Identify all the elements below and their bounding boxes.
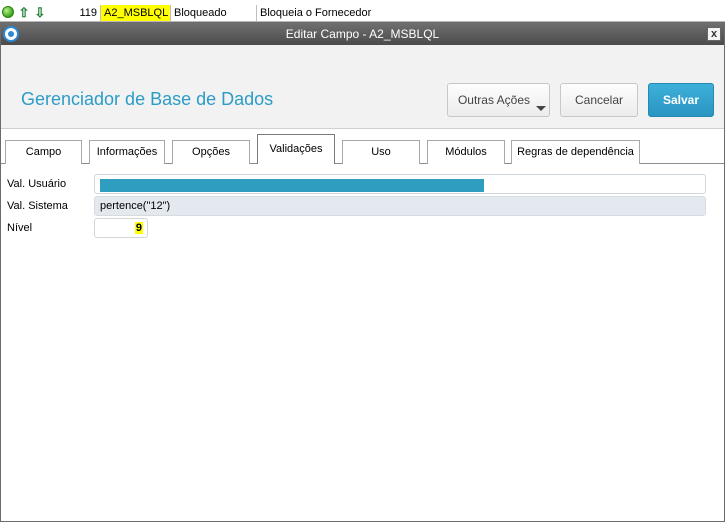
tab-bar: Campo Informações Opções Validações Uso … [1,134,724,164]
tab-label: Uso [371,146,391,158]
tab-validacoes[interactable]: Validações [257,134,335,164]
tab-uso[interactable]: Uso [342,140,420,164]
user-validation-field[interactable] [94,174,706,194]
green-status-icon [2,6,14,18]
level-label: Nível [7,222,33,234]
edit-field-dialog: Editar Campo - A2_MSBLQL x Gerenciador d… [0,22,725,522]
tab-opcoes[interactable]: Opções [172,140,250,164]
system-validation-value: pertence("12") [100,200,171,212]
dialog-title: Editar Campo - A2_MSBLQL [285,27,440,41]
user-validation-label: Val. Usuário [7,178,67,190]
level-field[interactable]: 9 [94,218,148,238]
chevron-down-icon [536,106,546,111]
cancel-button[interactable]: Cancelar [560,83,638,117]
row-number: 119 [50,5,101,21]
field-name-cell: A2_MSBLQL [101,5,171,21]
more-actions-label: Outras Ações [457,93,531,107]
selection-highlight [100,179,484,192]
tab-informacoes[interactable]: Informações [89,140,165,164]
tab-label: Informações [96,146,158,158]
tab-label: Campo [25,146,62,158]
save-button[interactable]: Salvar [648,83,714,117]
system-validation-field[interactable]: pertence("12") [94,196,706,216]
more-actions-button[interactable]: Outras Ações [447,83,550,117]
close-icon[interactable]: x [707,27,721,41]
level-value: 9 [134,222,143,234]
dialog-header: Gerenciador de Base de Dados Outras Açõe… [1,45,724,129]
tab-label: Módulos [445,146,487,158]
tab-label: Validações [269,143,323,155]
description-cell: Bloqueia o Fornecedor [260,7,372,19]
tab-campo[interactable]: Campo [5,140,82,164]
validations-panel: Val. Usuário Val. Sistema pertence("12")… [1,164,724,521]
background-grid-row[interactable]: ⇧ ⇩ 119 A2_MSBLQL Bloqueado Bloqueia o F… [0,0,725,22]
title-cell: Bloqueado [171,5,257,21]
tab-label: Opções [192,146,230,158]
system-validation-label: Val. Sistema [7,200,68,212]
tab-modulos[interactable]: Módulos [427,140,505,164]
bottom-strip [0,522,725,529]
tab-regras-de-dependencia[interactable]: Regras de dependência [511,140,640,164]
tab-label: Regras de dependência [517,146,634,158]
dialog-titlebar[interactable]: Editar Campo - A2_MSBLQL x [1,23,724,45]
arrow-up-icon: ⇧ [18,5,30,20]
page-title: Gerenciador de Base de Dados [21,89,274,109]
arrow-down-icon: ⇩ [34,5,46,20]
